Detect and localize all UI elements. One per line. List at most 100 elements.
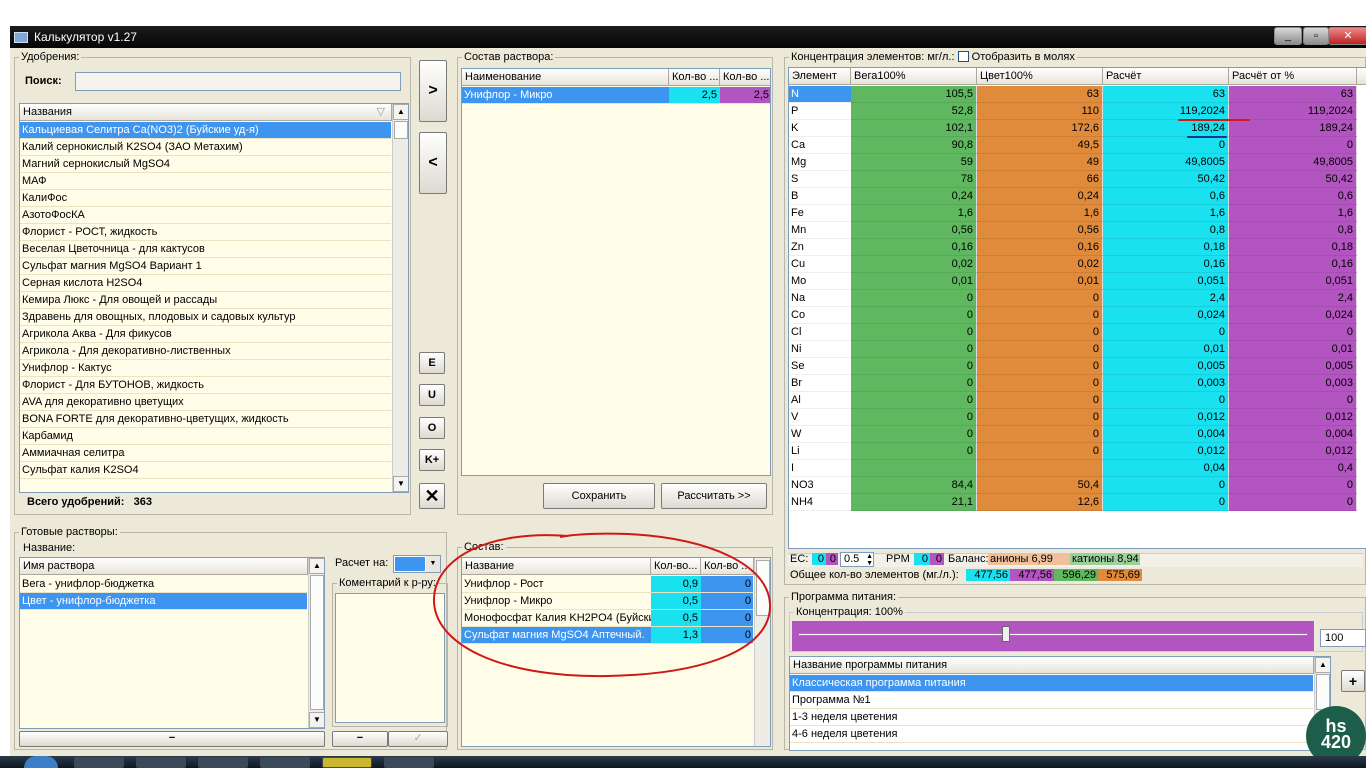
- fertilizer-item[interactable]: Сульфат калия K2SO4: [20, 462, 391, 479]
- taskbar-item-explorer[interactable]: [74, 757, 124, 768]
- maximize-button[interactable]: ▫: [1303, 27, 1329, 45]
- scroll-down-icon[interactable]: ▼: [309, 712, 324, 728]
- fertilizer-item[interactable]: Здравень для овощных, плодовых и садовых…: [20, 309, 391, 326]
- solution-row-q1[interactable]: 2,5: [669, 87, 720, 103]
- fertilizer-item[interactable]: Унифлор - Кактус: [20, 360, 391, 377]
- conc-slider-thumb[interactable]: [1002, 626, 1010, 642]
- taskbar-item-browser[interactable]: [136, 757, 186, 768]
- ec-spinner[interactable]: 0.5 ▲ ▼: [840, 552, 874, 567]
- ready-solution-item[interactable]: Цвет - унифлор-бюджетка: [20, 593, 307, 610]
- conc-element[interactable]: S: [789, 171, 851, 188]
- conc-calc[interactable]: 63: [1103, 86, 1229, 103]
- conc-cvet[interactable]: 0: [977, 409, 1103, 426]
- conc-element[interactable]: N: [789, 86, 851, 103]
- spinner-arrows-icon[interactable]: ▲ ▼: [866, 553, 873, 567]
- fertilizer-item[interactable]: Кемира Люкс - Для овощей и рассады: [20, 292, 391, 309]
- conc-element[interactable]: W: [789, 426, 851, 443]
- conc-element[interactable]: Mo: [789, 273, 851, 290]
- conc-element[interactable]: V: [789, 409, 851, 426]
- conc-calc-percent[interactable]: 49,8005: [1229, 154, 1357, 171]
- conc-element[interactable]: P: [789, 103, 851, 120]
- conc-cvet[interactable]: 0: [977, 341, 1103, 358]
- conc-element[interactable]: K: [789, 120, 851, 137]
- conc-calc-percent[interactable]: 0,024: [1229, 307, 1357, 324]
- delete-icon[interactable]: ✕: [419, 483, 445, 509]
- fertilizer-item[interactable]: Кальциевая Селитра Ca(NO3)2 (Буйские уд-…: [20, 122, 391, 139]
- conc-cvet[interactable]: 0: [977, 358, 1103, 375]
- solution-row-q2[interactable]: 2,5: [720, 87, 770, 103]
- conc-element[interactable]: Co: [789, 307, 851, 324]
- conc-calc-percent[interactable]: 0,012: [1229, 409, 1357, 426]
- fertilizer-item[interactable]: Карбамид: [20, 428, 391, 445]
- conc-calc-percent[interactable]: 0,4: [1229, 460, 1357, 477]
- conc-calc[interactable]: 0: [1103, 494, 1229, 511]
- conc-cvet[interactable]: 50,4: [977, 477, 1103, 494]
- fertilizer-item[interactable]: Сульфат магния MgSO4 Вариант 1: [20, 258, 391, 275]
- conc-calc-percent[interactable]: 0: [1229, 137, 1357, 154]
- conc-cvet[interactable]: 0,02: [977, 256, 1103, 273]
- scroll-thumb[interactable]: [1316, 674, 1330, 710]
- conc-calc[interactable]: 189,24: [1103, 120, 1229, 137]
- conc-vega[interactable]: 0: [851, 409, 977, 426]
- ready-solution-item[interactable]: Вега - унифлор-бюджетка: [20, 576, 307, 593]
- scroll-thumb[interactable]: [394, 121, 408, 139]
- conc-element[interactable]: Ca: [789, 137, 851, 154]
- conc-calc[interactable]: 0,004: [1103, 426, 1229, 443]
- conc-cvet[interactable]: 0: [977, 426, 1103, 443]
- conc-element[interactable]: Cu: [789, 256, 851, 273]
- remove-from-solution-button[interactable]: <: [419, 132, 447, 194]
- conc-calc[interactable]: 0,005: [1103, 358, 1229, 375]
- scroll-up-icon[interactable]: ▲: [393, 104, 408, 120]
- conc-calc-percent[interactable]: 0,005: [1229, 358, 1357, 375]
- conc-vega[interactable]: 0,16: [851, 239, 977, 256]
- fertilizer-item[interactable]: Флорист - Для БУТОНОВ, жидкость: [20, 377, 391, 394]
- conc-vega[interactable]: 0: [851, 392, 977, 409]
- taskbar-item-opera[interactable]: [198, 757, 248, 768]
- conc-col-header[interactable]: Расчёт: [1103, 68, 1229, 85]
- close-button[interactable]: ✕: [1328, 27, 1366, 45]
- program-item[interactable]: Классическая программа питания: [790, 675, 1313, 692]
- conc-calc-percent[interactable]: 189,24: [1229, 120, 1357, 137]
- start-button-icon[interactable]: [24, 756, 58, 768]
- conc-vega[interactable]: 78: [851, 171, 977, 188]
- conc-vega[interactable]: 0: [851, 324, 977, 341]
- conc-vega[interactable]: 0: [851, 290, 977, 307]
- conc-calc[interactable]: 1,6: [1103, 205, 1229, 222]
- fertilizer-item[interactable]: Магний сернокислый MgSO4: [20, 156, 391, 173]
- conc-calc-percent[interactable]: 119,2024: [1229, 103, 1357, 120]
- conc-vega[interactable]: 0: [851, 426, 977, 443]
- col-program-name[interactable]: Название программы питания: [790, 657, 1314, 674]
- conc-element[interactable]: Cl: [789, 324, 851, 341]
- col-names[interactable]: Названия ▽: [20, 104, 392, 121]
- conc-col-header[interactable]: Цвет100%: [977, 68, 1103, 85]
- scroll-down-icon[interactable]: ▼: [393, 476, 408, 492]
- conc-cvet[interactable]: 49,5: [977, 137, 1103, 154]
- minimize-button[interactable]: _: [1274, 27, 1302, 45]
- program-item[interactable]: 1-3 неделя цветения: [790, 709, 1313, 726]
- conc-vega[interactable]: 21,1: [851, 494, 977, 511]
- conc-vega[interactable]: 105,5: [851, 86, 977, 103]
- conc-vega[interactable]: 0,24: [851, 188, 977, 205]
- program-item[interactable]: Программа №1: [790, 692, 1313, 709]
- fertilizer-item[interactable]: Калий сернокислый K2SO4 (ЗАО Метахим): [20, 139, 391, 156]
- conc-cvet[interactable]: [977, 460, 1103, 477]
- add-program-button[interactable]: +: [1341, 670, 1365, 692]
- conc-value-input[interactable]: 100: [1320, 629, 1366, 647]
- conc-cvet[interactable]: 0,24: [977, 188, 1103, 205]
- conc-calc[interactable]: 0,16: [1103, 256, 1229, 273]
- conc-calc-percent[interactable]: 1,6: [1229, 205, 1357, 222]
- conc-element[interactable]: I: [789, 460, 851, 477]
- conc-cvet[interactable]: 0,16: [977, 239, 1103, 256]
- e-button[interactable]: E: [419, 352, 445, 374]
- calculate-button[interactable]: Рассчитать >>: [661, 483, 767, 509]
- conc-cvet[interactable]: 0: [977, 307, 1103, 324]
- conc-vega[interactable]: 102,1: [851, 120, 977, 137]
- conc-element[interactable]: Br: [789, 375, 851, 392]
- conc-calc-percent[interactable]: 0,004: [1229, 426, 1357, 443]
- conc-calc[interactable]: 0,012: [1103, 443, 1229, 460]
- conc-cvet[interactable]: 0: [977, 392, 1103, 409]
- conc-vega[interactable]: [851, 460, 977, 477]
- fertilizer-item[interactable]: АзотоФосКА: [20, 207, 391, 224]
- conc-calc[interactable]: 2,4: [1103, 290, 1229, 307]
- program-item[interactable]: 4-6 неделя цветения: [790, 726, 1313, 743]
